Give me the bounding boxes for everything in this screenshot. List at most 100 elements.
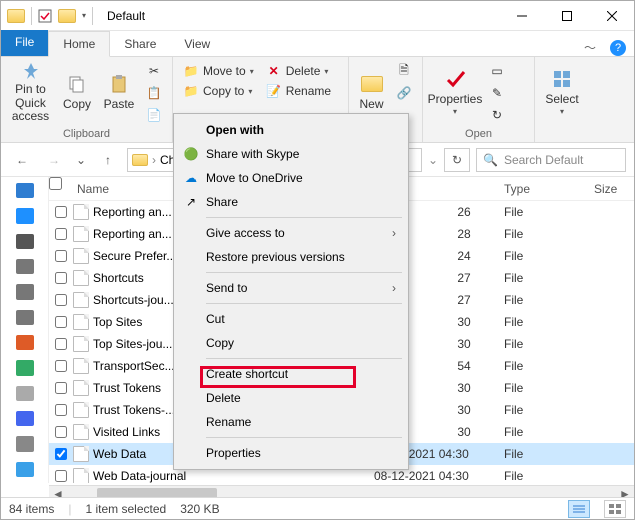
copy-path-button[interactable]: 📋	[142, 83, 166, 103]
file-icon	[73, 270, 89, 286]
pin-quick-access-button[interactable]: Pin to Quick access	[7, 61, 54, 123]
paste-button[interactable]: Paste	[100, 61, 138, 123]
open-group-label: Open	[429, 126, 528, 140]
ctx-create-shortcut[interactable]: Create shortcut	[176, 362, 406, 386]
delete-button[interactable]: ✕Delete▾	[262, 61, 335, 81]
row-checkbox[interactable]	[55, 228, 67, 240]
quick-access-icon[interactable]	[16, 183, 34, 198]
row-checkbox[interactable]	[55, 338, 67, 350]
ctx-restore[interactable]: Restore previous versions	[176, 245, 406, 269]
ctx-share[interactable]: ↗Share	[176, 190, 406, 214]
ctx-share-skype[interactable]: 🟢Share with Skype	[176, 142, 406, 166]
file-name: Shortcuts	[93, 271, 144, 285]
chevron-right-icon: ›	[392, 281, 396, 295]
tab-file[interactable]: File	[1, 30, 48, 56]
address-dropdown-icon[interactable]: ⌄	[428, 153, 438, 167]
qat-dropdown-icon[interactable]: ▾	[82, 11, 86, 20]
history-button[interactable]: ↻	[485, 105, 509, 125]
easy-access-icon: 🔗	[396, 85, 412, 101]
folder-icon[interactable]	[58, 9, 76, 23]
ctx-send-to-label: Send to	[206, 281, 247, 295]
drive-icon[interactable]	[16, 411, 34, 426]
network-icon[interactable]	[16, 462, 34, 477]
forward-button[interactable]: →	[41, 147, 67, 173]
drive-icon[interactable]	[16, 386, 34, 401]
copy-button[interactable]: Copy	[58, 61, 96, 123]
properties-button[interactable]: Properties▾	[429, 61, 481, 123]
column-type[interactable]: Type	[504, 177, 594, 200]
tab-share[interactable]: Share	[110, 32, 170, 56]
row-checkbox[interactable]	[55, 404, 67, 416]
row-checkbox[interactable]	[55, 360, 67, 372]
copy-icon	[65, 72, 89, 96]
help-icon[interactable]: ?	[610, 40, 626, 56]
ctx-share-label: Share	[206, 195, 238, 209]
row-checkbox[interactable]	[55, 426, 67, 438]
column-size[interactable]: Size	[594, 177, 634, 200]
ctx-rename[interactable]: Rename	[176, 410, 406, 434]
copy-to-button[interactable]: 📁Copy to▾	[179, 81, 258, 101]
ctx-move-onedrive[interactable]: ☁Move to OneDrive	[176, 166, 406, 190]
row-checkbox[interactable]	[55, 470, 67, 482]
row-checkbox[interactable]	[55, 272, 67, 284]
ctx-cut[interactable]: Cut	[176, 307, 406, 331]
file-icon	[73, 468, 89, 483]
selection-size: 320 KB	[180, 502, 219, 516]
drive-icon[interactable]	[16, 335, 34, 350]
edit-button[interactable]: ✎	[485, 83, 509, 103]
up-button[interactable]: ↑	[95, 147, 121, 173]
file-icon	[73, 226, 89, 242]
ctx-delete[interactable]: Delete	[176, 386, 406, 410]
tab-view[interactable]: View	[170, 32, 224, 56]
navigation-pane[interactable]	[1, 177, 49, 483]
thumbnails-view-button[interactable]	[604, 500, 626, 518]
open-button[interactable]: ▭	[485, 61, 509, 81]
row-checkbox[interactable]	[55, 206, 67, 218]
checkbox-icon[interactable]	[38, 9, 52, 23]
minimize-button[interactable]	[499, 1, 544, 31]
recent-dropdown[interactable]: ⌄	[73, 147, 89, 173]
search-input[interactable]: 🔍 Search Default	[476, 148, 626, 172]
ribbon-collapse-icon[interactable]: 〜	[578, 39, 602, 56]
paste-shortcut-button[interactable]: 📄	[142, 105, 166, 125]
ctx-open-with[interactable]: Open with	[176, 118, 406, 142]
ctx-give-access[interactable]: Give access to›	[176, 221, 406, 245]
drive-icon[interactable]	[16, 310, 34, 325]
back-button[interactable]: ←	[9, 147, 35, 173]
this-pc-icon[interactable]	[16, 234, 34, 249]
select-all-checkbox[interactable]	[49, 177, 62, 190]
file-name: Reporting an...	[93, 205, 172, 219]
details-view-button[interactable]	[568, 500, 590, 518]
drive-icon[interactable]	[16, 284, 34, 299]
easy-access-button[interactable]: 🔗	[392, 83, 416, 103]
move-to-button[interactable]: 📁Move to▾	[179, 61, 258, 81]
onedrive-icon[interactable]	[16, 208, 34, 223]
drive-icon[interactable]	[16, 259, 34, 274]
row-checkbox[interactable]	[55, 382, 67, 394]
cut-small-button[interactable]: ✂	[142, 61, 166, 81]
paste-shortcut-icon: 📄	[146, 107, 162, 123]
close-button[interactable]	[589, 1, 634, 31]
drive-icon[interactable]	[16, 360, 34, 375]
edit-icon: ✎	[489, 85, 505, 101]
network-icon[interactable]	[16, 436, 34, 451]
row-checkbox[interactable]	[55, 448, 67, 460]
rename-button[interactable]: 📝Rename	[262, 81, 335, 101]
file-type: File	[504, 249, 594, 263]
row-checkbox[interactable]	[55, 294, 67, 306]
ctx-copy[interactable]: Copy	[176, 331, 406, 355]
ctx-properties[interactable]: Properties	[176, 441, 406, 465]
ctx-give-access-label: Give access to	[206, 226, 285, 240]
row-checkbox[interactable]	[55, 250, 67, 262]
tab-home[interactable]: Home	[48, 31, 110, 57]
file-name: Reporting an...	[93, 227, 172, 241]
refresh-button[interactable]: ↻	[444, 148, 470, 172]
copy-to-label: Copy to	[203, 84, 244, 98]
select-button[interactable]: Select▾	[541, 61, 583, 123]
file-name: Trust Tokens-...	[93, 403, 175, 417]
maximize-button[interactable]	[544, 1, 589, 31]
ctx-send-to[interactable]: Send to ›	[176, 276, 406, 300]
row-checkbox[interactable]	[55, 316, 67, 328]
file-type: File	[504, 403, 594, 417]
new-item-button[interactable]: 🗎	[392, 61, 416, 81]
